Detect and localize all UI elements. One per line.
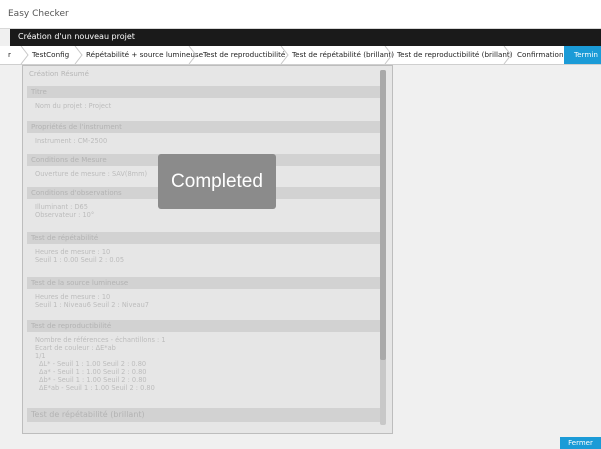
step-separator-icon [503,46,512,64]
step-repeatability-light[interactable]: Répétabilité + source lumineuse [86,46,203,64]
section-line: Observateur : 10° [35,211,95,219]
summary-scrollbar[interactable] [380,70,386,425]
step-confirmation[interactable]: Confirmation [517,46,564,64]
section-line: Instrument : CM-2500 [35,137,108,145]
section-line: Heures de mesure : 10 [35,293,111,301]
section-line: 1/1 [35,352,46,360]
section-line: Ouverture de mesure : SAV(8mm) [35,170,148,178]
section-title: Titre [27,86,381,98]
scrollbar-thumb[interactable] [380,70,386,360]
step-repeatability-gloss[interactable]: Test de répétabilité (brillant) [292,46,394,64]
section-line: Illuminant : D65 [35,203,88,211]
section-line: Seuil 1 : Niveau6 Seuil 2 : Niveau7 [35,301,149,309]
step-separator-icon [188,46,197,64]
section-title: Test de la source lumineuse [27,277,381,289]
section-title: Test de répétabilité [27,232,381,244]
section-line: ΔE*ab - Seuil 1 : 1.00 Seuil 2 : 0.80 [39,384,155,392]
step-reproducibility-gloss[interactable]: Test de reproductibilité (brillant) [397,46,513,64]
section-line: Nom du projet : Project [35,102,112,110]
step-separator-icon [384,46,393,64]
app-title: Easy Checker [8,9,69,19]
section-line: Δa* - Seuil 1 : 1.00 Seuil 2 : 0.80 [39,368,147,376]
completed-overlay: Completed [158,154,276,209]
step-separator-icon [74,46,83,64]
wizard-steps: r TestConfig Répétabilité + source lumin… [0,46,601,65]
wizard-title: Création d'un nouveau projet [18,32,135,41]
step-separator-icon [20,46,29,64]
step-reproducibility[interactable]: Test de reproductibilité [203,46,285,64]
section-title: Test de répétabilité (brillant) [27,408,381,422]
summary-panel: Création Résumé Titre Nom du projet : Pr… [22,65,393,434]
step-finished[interactable]: Termin [564,46,601,64]
wizard-header: Création d'un nouveau projet [10,29,601,46]
section-line: Nombre de références - échantillons : 1 [35,336,166,344]
step-prev-truncated[interactable]: r [8,46,11,64]
window-titlebar: Easy Checker [0,0,601,29]
step-testconfig[interactable]: TestConfig [32,46,69,64]
section-title: Test de reproductibilité [27,320,381,332]
summary-root-title: Création Résumé [29,70,89,78]
step-separator-icon [280,46,289,64]
section-line: Δb* - Seuil 1 : 1.00 Seuil 2 : 0.80 [39,376,147,384]
section-title: Propriétés de l'instrument [27,121,381,133]
section-line: Heures de mesure : 10 [35,248,111,256]
section-line: Ecart de couleur : ΔE*ab [35,344,116,352]
section-line: Seuil 1 : 0.00 Seuil 2 : 0.05 [35,256,125,264]
close-button[interactable]: Fermer [560,437,601,449]
section-line: ΔL* - Seuil 1 : 1.00 Seuil 2 : 0.80 [39,360,147,368]
